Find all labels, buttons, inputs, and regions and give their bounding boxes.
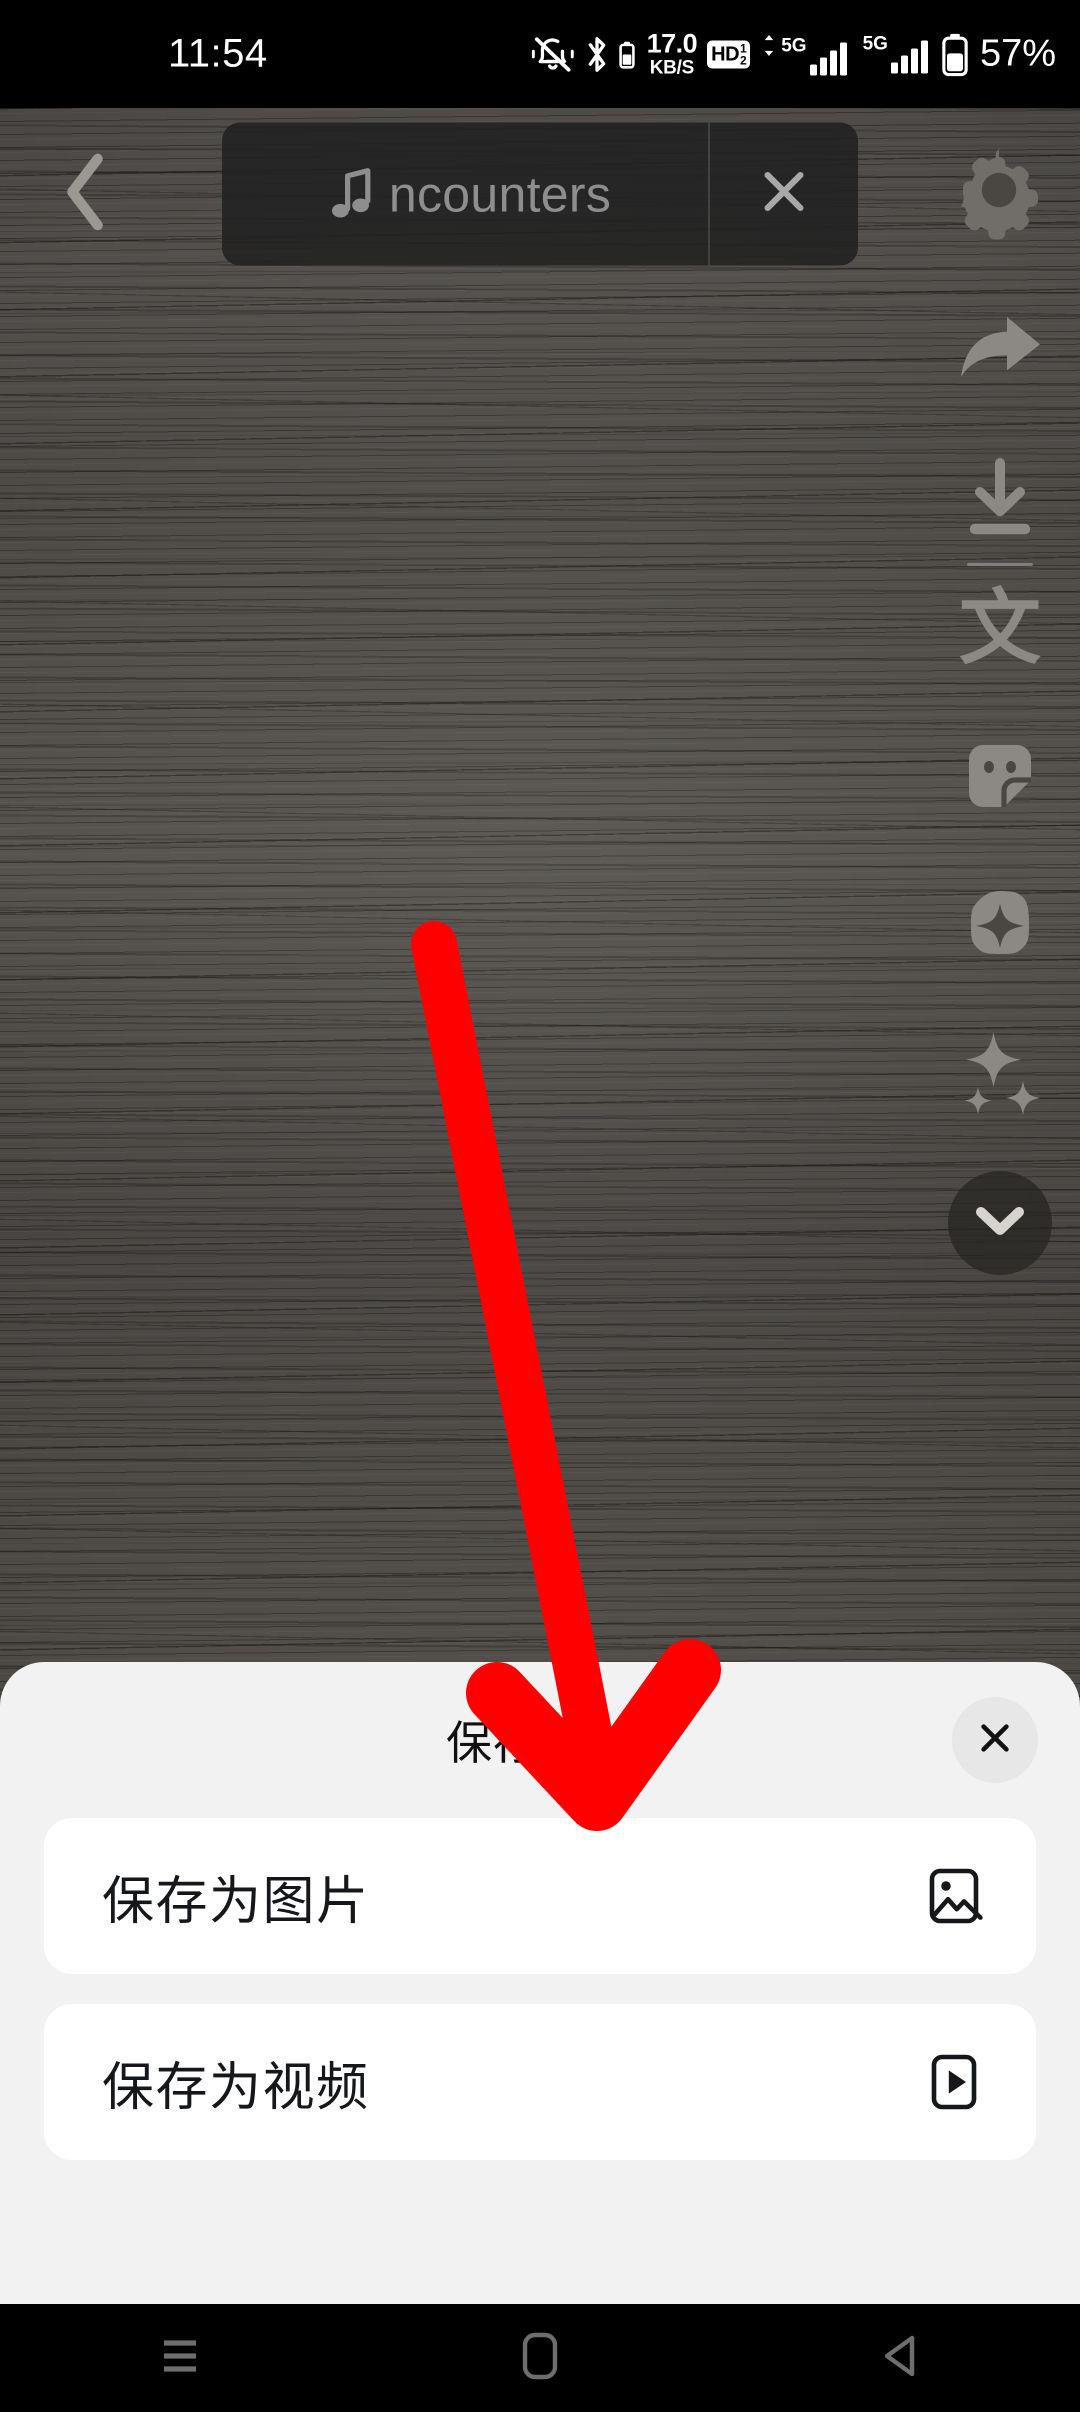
android-nav-bar bbox=[0, 2304, 1080, 2412]
sheet-title: 保存本地 bbox=[446, 1717, 634, 1769]
sheet-header: 保存本地 bbox=[0, 1662, 1080, 1818]
back-icon bbox=[878, 2332, 922, 2385]
network-speed-indicator: 17.0 KB/S bbox=[646, 28, 698, 79]
nav-home-button[interactable] bbox=[450, 2304, 630, 2412]
share-button[interactable] bbox=[935, 300, 1065, 402]
sim1-signal-indicator: 5G bbox=[760, 33, 847, 75]
hd-badge-sub: 2 bbox=[740, 53, 747, 67]
music-note-icon bbox=[329, 165, 375, 223]
collapse-rail-button[interactable] bbox=[948, 1171, 1052, 1275]
translate-button[interactable]: 文 bbox=[935, 578, 1065, 680]
status-clock: 11:54 bbox=[168, 31, 268, 76]
back-chevron-button[interactable] bbox=[38, 146, 134, 242]
gear-icon bbox=[951, 144, 1047, 245]
hd-voice-badge: HD 1 2 bbox=[707, 40, 751, 68]
download-button[interactable] bbox=[935, 449, 1065, 551]
bluetooth-icon bbox=[585, 34, 609, 74]
bell-muted-icon bbox=[531, 34, 575, 74]
nav-back-button[interactable] bbox=[810, 2304, 990, 2412]
battery-icon bbox=[942, 31, 968, 77]
sheet-options-list: 保存为图片 保存为视频 bbox=[0, 1818, 1080, 2160]
save-as-video-label: 保存为视频 bbox=[102, 2058, 370, 2117]
sim2-network-type: 5G bbox=[862, 33, 888, 55]
search-input-value: ncounters bbox=[388, 166, 612, 222]
sticker-button[interactable] bbox=[935, 727, 1065, 829]
share-icon bbox=[954, 310, 1046, 393]
sim1-network-type: 5G bbox=[781, 35, 807, 56]
translate-icon: 文 bbox=[958, 581, 1041, 676]
sim1-signal-bars bbox=[809, 42, 847, 75]
nav-recents-button[interactable] bbox=[90, 2304, 270, 2412]
save-as-image-label: 保存为图片 bbox=[102, 1872, 370, 1931]
close-icon bbox=[976, 1719, 1014, 1762]
data-transfer-arrows-icon bbox=[760, 33, 778, 57]
top-app-bar: ncounters bbox=[0, 108, 1080, 280]
image-icon bbox=[922, 1864, 986, 1928]
sticker-icon bbox=[959, 735, 1041, 822]
network-speed-unit: KB/S bbox=[649, 57, 695, 79]
status-icons-group: 17.0 KB/S HD 1 2 5G 5G 57% bbox=[531, 28, 1056, 79]
sim2-signal-bars bbox=[890, 40, 928, 74]
right-tool-rail: 文 bbox=[920, 300, 1080, 1275]
battery-percent-label: 57% bbox=[979, 32, 1056, 75]
settings-button[interactable] bbox=[944, 139, 1054, 249]
save-to-local-sheet: 保存本地 保存为图片 保存为视频 bbox=[0, 1662, 1080, 2304]
magic-add-icon bbox=[959, 884, 1041, 971]
close-icon bbox=[757, 165, 811, 224]
effects-button[interactable] bbox=[935, 876, 1065, 978]
network-speed-value: 17.0 bbox=[646, 28, 698, 59]
home-icon bbox=[521, 2331, 559, 2386]
status-bar: 11:54 17.0 KB/S HD 1 2 5G 5G 57% bbox=[0, 0, 1080, 108]
back-chevron-icon bbox=[60, 149, 112, 240]
download-icon bbox=[961, 456, 1039, 545]
save-as-image-option[interactable]: 保存为图片 bbox=[44, 1818, 1036, 1974]
phone-screen: 11:54 17.0 KB/S HD 1 2 5G 5G 57% ncounte… bbox=[0, 0, 1080, 2412]
sim2-signal-indicator: 5G bbox=[863, 35, 928, 74]
recents-icon bbox=[158, 2334, 202, 2383]
music-search-bar[interactable]: ncounters bbox=[222, 122, 858, 266]
rail-divider bbox=[967, 563, 1033, 566]
hd-badge-sup: 1 bbox=[740, 41, 747, 55]
chevron-down-icon bbox=[974, 1204, 1026, 1243]
sheet-close-button[interactable] bbox=[952, 1697, 1038, 1783]
hd-badge-text: HD bbox=[711, 43, 740, 65]
save-as-video-option[interactable]: 保存为视频 bbox=[44, 2004, 1036, 2160]
search-input[interactable]: ncounters bbox=[222, 123, 708, 266]
search-clear-button[interactable] bbox=[710, 123, 858, 266]
enhance-button[interactable] bbox=[935, 1025, 1065, 1127]
video-play-icon bbox=[922, 2050, 986, 2114]
sparkles-icon bbox=[957, 1031, 1043, 1122]
bluetooth-device-battery-icon bbox=[618, 39, 635, 69]
